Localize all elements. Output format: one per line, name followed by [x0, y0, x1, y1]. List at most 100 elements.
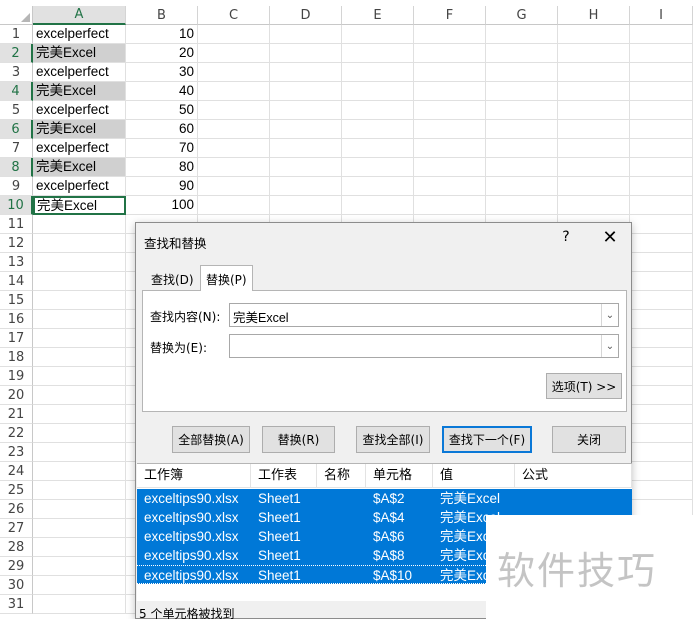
results-header[interactable]: 公式 — [515, 464, 632, 488]
empty-cell[interactable] — [342, 158, 414, 177]
empty-cell[interactable] — [270, 44, 342, 63]
cell-a[interactable]: 完美Excel — [33, 82, 126, 101]
empty-cell[interactable] — [270, 101, 342, 120]
empty-cell[interactable] — [558, 139, 630, 158]
empty-cell[interactable] — [414, 177, 486, 196]
select-all-corner[interactable] — [0, 6, 33, 25]
cell-a[interactable] — [33, 481, 126, 500]
empty-cell[interactable] — [270, 25, 342, 44]
empty-cell[interactable] — [630, 139, 693, 158]
find-all-button[interactable]: 查找全部(I) — [356, 426, 430, 453]
empty-cell[interactable] — [558, 120, 630, 139]
help-icon[interactable]: ? — [556, 229, 576, 249]
row-header[interactable]: 13 — [0, 253, 33, 272]
cell-a[interactable]: excelperfect — [33, 101, 126, 120]
empty-cell[interactable] — [486, 120, 558, 139]
empty-cell[interactable] — [630, 158, 693, 177]
cell-a[interactable] — [33, 272, 126, 291]
row-header[interactable]: 10 — [0, 196, 33, 215]
empty-cell[interactable] — [486, 63, 558, 82]
empty-cell[interactable] — [630, 291, 693, 310]
empty-cell[interactable] — [198, 139, 270, 158]
row-header[interactable]: 4 — [0, 82, 33, 101]
empty-cell[interactable] — [630, 443, 693, 462]
empty-cell[interactable] — [342, 120, 414, 139]
empty-cell[interactable] — [486, 82, 558, 101]
row-header[interactable]: 16 — [0, 310, 33, 329]
cell-a[interactable]: 完美Excel — [33, 196, 126, 215]
empty-cell[interactable] — [558, 196, 630, 215]
empty-cell[interactable] — [486, 177, 558, 196]
cell-a[interactable] — [33, 500, 126, 519]
cell-a[interactable] — [33, 424, 126, 443]
column-header-g[interactable]: G — [486, 6, 558, 25]
empty-cell[interactable] — [198, 63, 270, 82]
row-header[interactable]: 21 — [0, 405, 33, 424]
empty-cell[interactable] — [486, 101, 558, 120]
results-header[interactable]: 名称 — [317, 464, 366, 488]
row-header[interactable]: 31 — [0, 595, 33, 614]
empty-cell[interactable] — [342, 196, 414, 215]
cell-a[interactable] — [33, 253, 126, 272]
empty-cell[interactable] — [486, 158, 558, 177]
cell-a[interactable]: excelperfect — [33, 177, 126, 196]
empty-cell[interactable] — [414, 196, 486, 215]
row-header[interactable]: 25 — [0, 481, 33, 500]
cell-a[interactable] — [33, 348, 126, 367]
row-header[interactable]: 5 — [0, 101, 33, 120]
cell-a[interactable]: 完美Excel — [33, 158, 126, 177]
row-header[interactable]: 7 — [0, 139, 33, 158]
row-header[interactable]: 30 — [0, 576, 33, 595]
empty-cell[interactable] — [342, 139, 414, 158]
row-header[interactable]: 28 — [0, 538, 33, 557]
empty-cell[interactable] — [630, 63, 693, 82]
empty-cell[interactable] — [630, 424, 693, 443]
empty-cell[interactable] — [558, 63, 630, 82]
empty-cell[interactable] — [414, 139, 486, 158]
empty-cell[interactable] — [486, 25, 558, 44]
replace-all-button[interactable]: 全部替换(A) — [172, 426, 250, 453]
empty-cell[interactable] — [414, 158, 486, 177]
row-header[interactable]: 12 — [0, 234, 33, 253]
row-header[interactable]: 29 — [0, 557, 33, 576]
column-header-c[interactable]: C — [198, 6, 270, 25]
row-header[interactable]: 3 — [0, 63, 33, 82]
row-header[interactable]: 18 — [0, 348, 33, 367]
cell-a[interactable] — [33, 386, 126, 405]
empty-cell[interactable] — [630, 253, 693, 272]
empty-cell[interactable] — [270, 177, 342, 196]
cell-a[interactable] — [33, 443, 126, 462]
row-header[interactable]: 11 — [0, 215, 33, 234]
tab-find[interactable]: 查找(D) — [146, 268, 199, 290]
cell-a[interactable] — [33, 329, 126, 348]
replace-button[interactable]: 替换(R) — [262, 426, 335, 453]
cell-a[interactable] — [33, 310, 126, 329]
cell-a[interactable]: 完美Excel — [33, 120, 126, 139]
empty-cell[interactable] — [630, 177, 693, 196]
row-header[interactable]: 8 — [0, 158, 33, 177]
row-header[interactable]: 9 — [0, 177, 33, 196]
empty-cell[interactable] — [342, 63, 414, 82]
empty-cell[interactable] — [630, 101, 693, 120]
empty-cell[interactable] — [270, 196, 342, 215]
row-header[interactable]: 26 — [0, 500, 33, 519]
empty-cell[interactable] — [630, 348, 693, 367]
empty-cell[interactable] — [630, 329, 693, 348]
cell-b[interactable]: 30 — [126, 63, 198, 82]
column-header-b[interactable]: B — [126, 6, 198, 25]
cell-b[interactable]: 80 — [126, 158, 198, 177]
results-header[interactable]: 值 — [433, 464, 515, 488]
empty-cell[interactable] — [486, 139, 558, 158]
chevron-down-icon[interactable]: ⌄ — [601, 335, 618, 357]
empty-cell[interactable] — [198, 82, 270, 101]
cell-b[interactable]: 60 — [126, 120, 198, 139]
cell-a[interactable] — [33, 557, 126, 576]
empty-cell[interactable] — [630, 367, 693, 386]
empty-cell[interactable] — [198, 196, 270, 215]
empty-cell[interactable] — [630, 120, 693, 139]
empty-cell[interactable] — [198, 177, 270, 196]
results-header[interactable]: 工作表 — [251, 464, 317, 488]
empty-cell[interactable] — [630, 272, 693, 291]
close-button[interactable]: 关闭 — [552, 426, 626, 453]
empty-cell[interactable] — [270, 82, 342, 101]
